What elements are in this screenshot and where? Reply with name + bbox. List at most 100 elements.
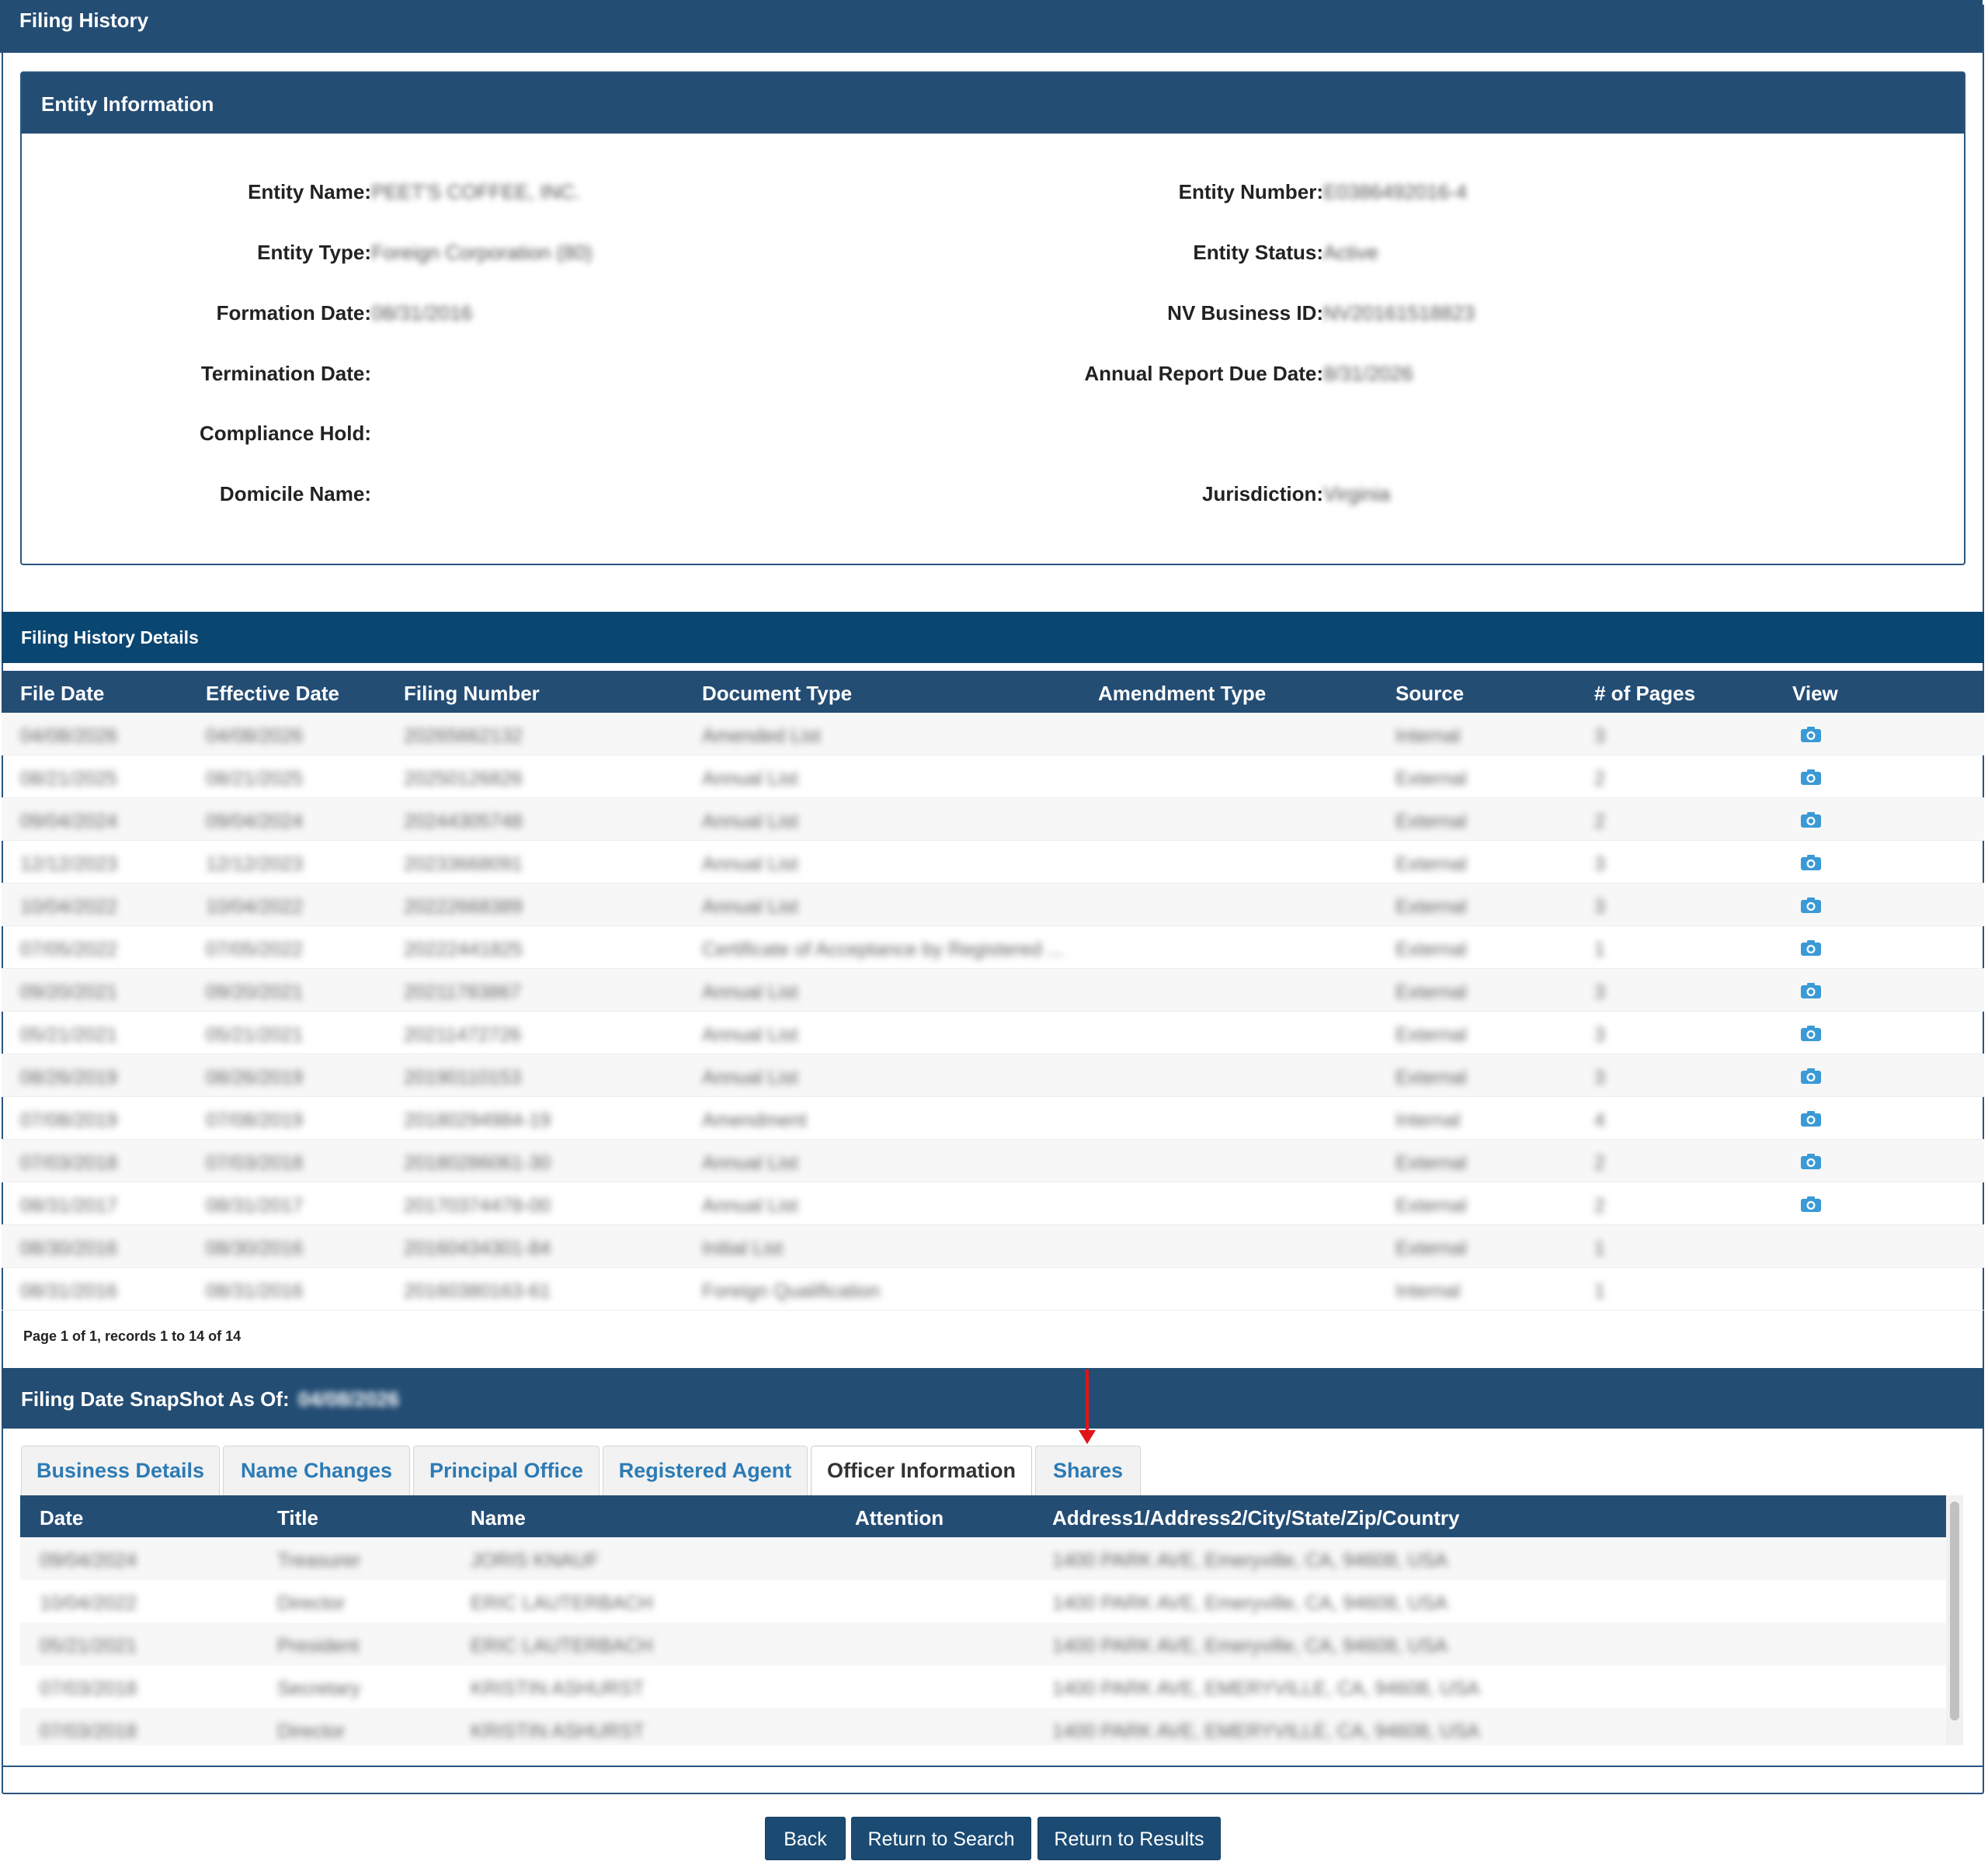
tab-name-changes[interactable]: Name Changes [223, 1446, 410, 1495]
tab-principal-office[interactable]: Principal Office [413, 1446, 600, 1495]
back-button[interactable]: Back [765, 1817, 846, 1860]
camera-icon[interactable] [1800, 1068, 1822, 1085]
page-title: Filing History [0, 0, 1983, 53]
table-cell: 3 [1594, 1067, 1605, 1089]
entity-field-label: Jurisdiction: [1201, 482, 1323, 505]
pagination-status: Page 1 of 1, records 1 to 14 of 14 [23, 1328, 242, 1344]
camera-icon[interactable] [1800, 1025, 1822, 1042]
tab-registered-agent[interactable]: Registered Agent [603, 1446, 808, 1495]
table-cell: 4 [1594, 1109, 1605, 1131]
column-header[interactable]: Effective Date [206, 682, 339, 706]
table-cell: Secretary [277, 1678, 360, 1700]
table-cell: 08/31/2016 [20, 1280, 118, 1302]
table-cell: External [1395, 896, 1467, 918]
table-cell: Initial List [702, 1238, 784, 1259]
table-cell: 07/05/2022 [20, 939, 118, 960]
table-cell: 20244305748 [404, 811, 523, 832]
column-header[interactable]: Attention [855, 1506, 944, 1530]
table-row: 05/21/2021 05/21/2021 20211472726 Annual Li… [2, 1012, 1984, 1054]
camera-icon[interactable] [1800, 854, 1822, 871]
table-cell: Annual List [702, 853, 798, 875]
table-cell: JORIS KNAUF [471, 1550, 600, 1571]
table-cell: 08/30/2016 [206, 1238, 304, 1259]
table-cell: 10/04/2022 [20, 896, 118, 918]
table-cell: 20180294984-19 [404, 1109, 551, 1131]
table-cell: 08/21/2025 [20, 768, 118, 790]
table-cell: External [1395, 1067, 1467, 1089]
table-cell: Amendment [702, 1109, 807, 1131]
table-cell: 09/04/2024 [20, 811, 118, 832]
table-cell: 3 [1594, 1024, 1605, 1046]
entity-field-label: NV Business ID: [1167, 301, 1323, 325]
table-cell: 07/08/2019 [206, 1109, 304, 1131]
filing-history-table: File Date Effective Date Filing Number Docu… [2, 671, 1984, 1311]
table-cell: External [1395, 981, 1467, 1003]
table-cell: 20222441825 [404, 939, 523, 960]
camera-icon[interactable] [1800, 1110, 1822, 1127]
column-header[interactable]: Source [1395, 682, 1464, 706]
table-cell: Annual List [702, 1152, 798, 1174]
table-cell: 2 [1594, 1195, 1605, 1217]
camera-icon[interactable] [1800, 1196, 1822, 1213]
table-cell: 3 [1594, 896, 1605, 918]
camera-icon[interactable] [1800, 811, 1822, 828]
table-cell: 09/04/2024 [40, 1550, 137, 1571]
officer-table: Date Title Name Attention Address1/Address2/… [20, 1495, 1946, 1745]
table-header-row: File Date Effective Date Filing Number Docu… [2, 671, 1984, 713]
column-header[interactable]: Amendment Type [1098, 682, 1266, 706]
entity-field-label: Annual Report Due Date: [1084, 362, 1323, 385]
column-header[interactable]: View [1792, 682, 1838, 706]
camera-icon[interactable] [1800, 769, 1822, 786]
column-header[interactable]: Document Type [702, 682, 852, 706]
tab-shares[interactable]: Shares [1035, 1446, 1141, 1495]
column-header[interactable]: Date [40, 1506, 83, 1530]
table-cell: 20211472726 [404, 1024, 522, 1046]
column-header[interactable]: File Date [20, 682, 104, 706]
scrollbar-thumb[interactable] [1950, 1502, 1959, 1720]
table-cell: Director [277, 1592, 346, 1614]
tab-business-details[interactable]: Business Details [21, 1446, 220, 1495]
entity-field-label: Compliance Hold: [199, 422, 371, 445]
table-cell: Annual List [702, 1024, 798, 1046]
table-cell: 09/04/2024 [206, 811, 304, 832]
table-cell: 1400 PARK AVE, EMERYVILLE, CA, 94608, US… [1052, 1678, 1480, 1700]
camera-icon[interactable] [1800, 897, 1822, 914]
table-cell: 20170374478-00 [404, 1195, 551, 1217]
table-cell: 3 [1594, 725, 1605, 747]
snapshot-date: 04/08/2026 [297, 1387, 400, 1411]
column-header[interactable]: Name [471, 1506, 526, 1530]
camera-icon[interactable] [1800, 1153, 1822, 1170]
return-to-search-button[interactable]: Return to Search [851, 1817, 1031, 1860]
entity-field-value: E0386492016-4 [1323, 180, 1468, 203]
entity-field-value: 08/31/2016 [371, 301, 473, 325]
camera-icon[interactable] [1800, 939, 1822, 957]
entity-field-label: Entity Name: [248, 180, 371, 203]
filing-history-details-header: Filing History Details [2, 612, 1984, 663]
table-row: 09/20/2021 09/20/2021 20211783867 Annual Li… [2, 969, 1984, 1012]
table-cell: 2 [1594, 1152, 1605, 1174]
table-cell: 09/20/2021 [206, 981, 304, 1003]
table-cell: Annual List [702, 1067, 798, 1089]
column-header[interactable]: Title [277, 1506, 318, 1530]
table-cell: 08/31/2016 [206, 1280, 304, 1302]
table-cell: 20222668389 [404, 896, 523, 918]
entity-field-label: Entity Number: [1178, 180, 1323, 203]
table-row: 08/26/2019 08/26/2019 20190110153 Annual Li… [2, 1054, 1984, 1097]
table-cell: 1400 PARK AVE, Emeryville, CA, 94608, US… [1052, 1592, 1448, 1614]
column-header[interactable]: # of Pages [1594, 682, 1695, 706]
table-cell: 2 [1594, 811, 1605, 832]
table-cell: ERIC LAUTERBACH [471, 1635, 653, 1657]
officer-table-scrollbar[interactable] [1946, 1495, 1963, 1745]
table-cell: 08/26/2019 [206, 1067, 304, 1089]
table-cell: 08/31/2017 [20, 1195, 118, 1217]
tab-officer-information[interactable]: Officer Information [811, 1446, 1032, 1497]
table-cell: 08/21/2025 [206, 768, 304, 790]
table-cell: ERIC LAUTERBACH [471, 1592, 653, 1614]
camera-icon[interactable] [1800, 982, 1822, 999]
camera-icon[interactable] [1800, 726, 1822, 743]
column-header[interactable]: Address1/Address2/City/State/Zip/Country [1052, 1506, 1459, 1530]
table-cell: 12/12/2023 [206, 853, 304, 875]
column-header[interactable]: Filing Number [404, 682, 540, 706]
table-cell: 07/03/2018 [40, 1720, 137, 1742]
return-to-results-button[interactable]: Return to Results [1037, 1817, 1221, 1860]
